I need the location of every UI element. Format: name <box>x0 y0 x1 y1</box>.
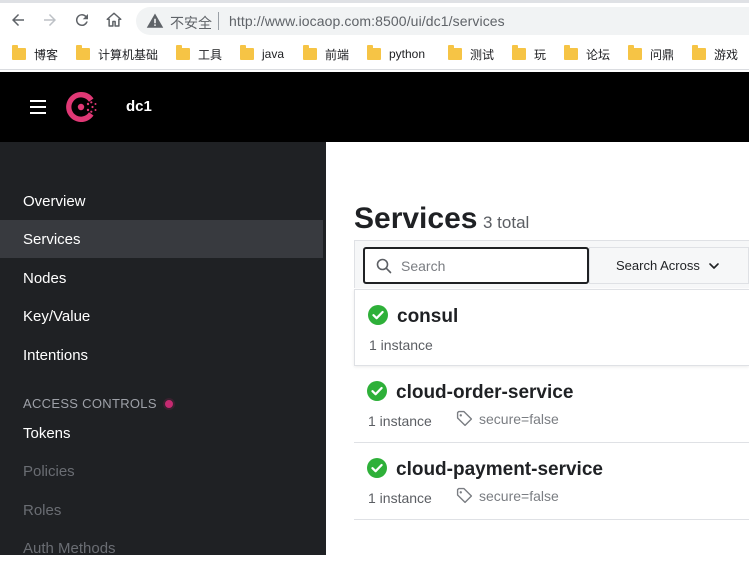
folder-icon <box>692 45 706 60</box>
health-passing-icon <box>368 305 388 325</box>
service-tag-label: secure=false <box>479 410 559 427</box>
browser-chrome: 不安全 http://www.iocaop.com:8500/ui/dc1/se… <box>0 0 749 72</box>
bookmark-item[interactable]: 玩 <box>512 45 546 63</box>
tag-icon <box>456 410 473 427</box>
reload-button[interactable] <box>70 8 94 32</box>
reload-icon <box>75 14 88 27</box>
folder-icon <box>76 45 90 60</box>
app-header: dc1 <box>0 72 749 142</box>
forward-button[interactable] <box>38 8 62 32</box>
folder-icon <box>512 45 526 60</box>
service-name[interactable]: consul <box>397 306 458 328</box>
bookmark-item[interactable]: python <box>367 45 425 63</box>
sidebar-item-nodes[interactable]: Nodes <box>0 259 326 297</box>
sidebar-section-access-controls: ACCESS CONTROLS <box>23 396 175 411</box>
bookmark-item[interactable]: 游戏 <box>692 45 738 63</box>
arrow-right-icon <box>44 14 56 26</box>
service-row-cloud-payment-service[interactable]: cloud-payment-service 1 instance secure=… <box>354 443 749 520</box>
search-across-label: Search Across <box>616 258 700 273</box>
insecure-label[interactable]: 不安全 <box>170 13 212 33</box>
sidebar-item-label: Policies <box>23 462 75 480</box>
folder-icon <box>303 45 317 60</box>
sidebar-item-policies: Policies <box>0 452 326 490</box>
address-bar[interactable]: 不安全 http://www.iocaop.com:8500/ui/dc1/se… <box>136 7 749 35</box>
search-across-button[interactable]: Search Across <box>589 247 749 284</box>
address-divider <box>218 12 219 30</box>
bookmarks-bar: 博客 计算机基础 工具 java 前端 python 测试 玩 论坛 问鼎 游戏 <box>0 38 749 70</box>
service-instance-count: 1 instance <box>368 490 432 506</box>
menu-icon[interactable] <box>30 100 46 114</box>
service-list: consul 1 instance cloud-order-service 1 … <box>354 289 749 520</box>
sidebar-item-label: Roles <box>23 501 62 519</box>
bookmark-item[interactable]: 工具 <box>176 45 222 63</box>
acl-disabled-badge-icon <box>162 397 175 410</box>
health-passing-icon <box>367 458 387 478</box>
section-label: ACCESS CONTROLS <box>23 396 157 411</box>
service-name[interactable]: cloud-payment-service <box>396 459 603 481</box>
service-row-consul[interactable]: consul 1 instance <box>354 289 749 366</box>
folder-icon <box>176 45 190 60</box>
sidebar-item-label: Overview <box>23 192 86 210</box>
bookmark-item[interactable]: java <box>240 45 284 63</box>
sidebar-item-services[interactable]: Services <box>0 220 323 258</box>
warning-icon <box>146 13 164 28</box>
page-title: Services <box>354 202 478 235</box>
search-box[interactable] <box>363 247 589 284</box>
folder-icon <box>564 45 578 60</box>
folder-icon <box>240 45 254 60</box>
folder-icon <box>367 45 381 60</box>
service-tag-label: secure=false <box>479 487 559 504</box>
sidebar-item-label: Nodes <box>23 269 67 287</box>
bookmark-item[interactable]: 论坛 <box>564 45 610 63</box>
bookmark-item[interactable]: 博客 <box>12 45 58 63</box>
health-passing-icon <box>367 381 387 401</box>
sidebar-item-label: Auth Methods <box>23 539 116 557</box>
sidebar-item-auth-methods: Auth Methods <box>0 529 326 567</box>
service-count: 3 total <box>483 213 530 232</box>
service-tag: secure=false <box>456 487 559 504</box>
consul-logo-icon[interactable] <box>63 89 99 125</box>
bookmark-item[interactable]: 测试 <box>448 45 494 63</box>
sidebar-item-label: Key/Value <box>23 307 91 325</box>
filter-bar: Search Across <box>354 240 749 288</box>
sidebar-item-intentions[interactable]: Intentions <box>0 336 326 374</box>
bookmark-item[interactable]: 前端 <box>303 45 349 63</box>
main-content: Services 3 total Search Across consul 1 … <box>326 142 749 555</box>
sidebar-item-key-value[interactable]: Key/Value <box>0 297 326 335</box>
chevron-down-icon <box>709 262 719 269</box>
folder-icon <box>628 45 642 60</box>
sidebar-item-label: Tokens <box>23 424 71 442</box>
tab-strip-edge <box>0 0 749 3</box>
sidebar-item-label: Services <box>23 230 81 248</box>
service-instance-count: 1 instance <box>369 337 433 353</box>
folder-icon <box>448 45 462 60</box>
search-input[interactable] <box>401 255 581 277</box>
sidebar-item-overview[interactable]: Overview <box>0 182 326 220</box>
service-tag: secure=false <box>456 410 559 427</box>
service-row-cloud-order-service[interactable]: cloud-order-service 1 instance secure=fa… <box>354 366 749 443</box>
home-button[interactable] <box>102 8 126 32</box>
sidebar: Overview Services Nodes Key/Value Intent… <box>0 142 326 557</box>
service-name[interactable]: cloud-order-service <box>396 382 573 404</box>
search-icon <box>376 258 392 274</box>
browser-toolbar: 不安全 http://www.iocaop.com:8500/ui/dc1/se… <box>0 5 749 37</box>
sidebar-item-roles: Roles <box>0 491 326 529</box>
bookmark-item[interactable]: 计算机基础 <box>76 45 158 63</box>
tag-icon <box>456 487 473 504</box>
arrow-left-icon <box>12 14 24 26</box>
sidebar-item-tokens[interactable]: Tokens <box>0 414 326 452</box>
back-button[interactable] <box>6 8 30 32</box>
service-instance-count: 1 instance <box>368 413 432 429</box>
home-icon <box>106 12 122 27</box>
datacenter-label[interactable]: dc1 <box>126 98 152 115</box>
url-text[interactable]: http://www.iocaop.com:8500/ui/dc1/servic… <box>229 13 505 29</box>
sidebar-item-label: Intentions <box>23 346 89 364</box>
bookmark-item[interactable]: 问鼎 <box>628 45 674 63</box>
folder-icon <box>12 45 26 60</box>
